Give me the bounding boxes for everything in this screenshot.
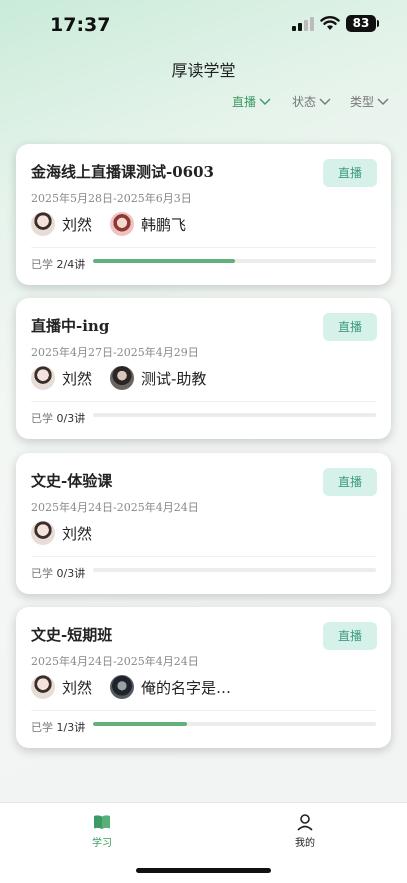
filter-live[interactable]: 直播 (232, 93, 271, 110)
progress-label: 已学 2/4讲 (31, 256, 85, 272)
course-date: 2025年4月27日-2025年4月29日 (31, 346, 199, 359)
teacher: 刘然 (31, 212, 92, 236)
page-title: 厚读学堂 (171, 61, 236, 80)
filter-label: 状态 (292, 95, 317, 109)
course-card[interactable]: 直播中-ing 直播 2025年4月27日-2025年4月29日 刘然 测试-助… (16, 298, 391, 439)
progress-fill (93, 722, 188, 726)
progress-prefix: 已学 (31, 412, 53, 425)
progress-bar (93, 413, 376, 417)
progress-label: 已学 0/3讲 (31, 565, 85, 581)
progress-count: 0/3讲 (56, 412, 86, 425)
tab-mine[interactable]: 我的 (275, 813, 335, 849)
avatar (31, 366, 55, 390)
live-badge: 直播 (323, 622, 377, 650)
wifi-icon (320, 16, 340, 30)
chevron-down-icon (259, 98, 271, 105)
progress-bar (93, 568, 376, 572)
progress-count: 2/4讲 (56, 258, 86, 271)
progress-prefix: 已学 (31, 258, 53, 271)
progress-count: 0/3讲 (56, 567, 86, 580)
divider (31, 401, 376, 402)
teacher: 俺的名字是… (110, 675, 231, 699)
course-title: 金海线上直播课测试-0603 (31, 163, 214, 181)
course-card[interactable]: 金海线上直播课测试-0603 直播 2025年5月28日-2025年6月3日 刘… (16, 144, 391, 285)
course-date: 2025年4月24日-2025年4月24日 (31, 655, 199, 668)
filter-type[interactable]: 类型 (350, 93, 389, 110)
teacher-list: 刘然 韩鹏飞 (31, 212, 204, 236)
status-bar: 17:37 83 (0, 0, 407, 50)
live-badge: 直播 (323, 468, 377, 496)
filter-status[interactable]: 状态 (292, 93, 331, 110)
progress-bar (93, 722, 376, 726)
status-time: 17:37 (50, 14, 111, 36)
course-title: 直播中-ing (31, 317, 110, 335)
avatar (31, 212, 55, 236)
avatar (110, 675, 135, 699)
chevron-down-icon (319, 98, 331, 105)
avatar (110, 366, 135, 390)
battery-icon: 83 (346, 15, 376, 32)
teacher-name: 韩鹏飞 (141, 215, 187, 234)
teacher-list: 刘然 俺的名字是… (31, 675, 249, 699)
teacher-name: 俺的名字是… (141, 678, 232, 697)
teacher-name: 刘然 (62, 678, 93, 697)
teacher: 韩鹏飞 (110, 212, 186, 236)
course-title: 文史-体验课 (31, 472, 113, 490)
filter-bar: 直播 状态 类型 (0, 93, 407, 113)
live-badge: 直播 (323, 313, 377, 341)
avatar (110, 212, 135, 236)
chevron-down-icon (377, 98, 389, 105)
divider (31, 556, 376, 557)
tab-label: 学习 (92, 838, 112, 849)
progress-prefix: 已学 (31, 567, 53, 580)
teacher-name: 刘然 (62, 524, 93, 543)
teacher-list: 刘然 测试-助教 (31, 366, 224, 390)
live-badge: 直播 (323, 159, 377, 187)
progress-label: 已学 0/3讲 (31, 410, 85, 426)
teacher-name: 测试-助教 (141, 369, 207, 388)
teacher-name: 刘然 (62, 369, 93, 388)
progress-bar (93, 259, 376, 263)
battery-tip (377, 20, 379, 27)
progress-label: 已学 1/3讲 (31, 719, 85, 735)
divider (31, 247, 376, 248)
person-icon (297, 814, 313, 831)
teacher: 刘然 (31, 521, 92, 545)
course-title: 文史-短期班 (31, 626, 113, 644)
divider (31, 710, 376, 711)
progress-fill (93, 259, 235, 263)
progress-count: 1/3讲 (56, 721, 86, 734)
teacher-name: 刘然 (62, 215, 93, 234)
teacher-list: 刘然 (31, 521, 110, 545)
teacher: 测试-助教 (110, 366, 206, 390)
teacher: 刘然 (31, 675, 92, 699)
filter-label: 类型 (350, 95, 375, 109)
course-card[interactable]: 文史-短期班 直播 2025年4月24日-2025年4月24日 刘然 俺的名字是… (16, 607, 391, 748)
avatar (31, 521, 55, 545)
course-date: 2025年5月28日-2025年6月3日 (31, 192, 192, 205)
tab-study[interactable]: 学习 (72, 813, 132, 849)
course-card[interactable]: 文史-体验课 直播 2025年4月24日-2025年4月24日 刘然 已学 0/… (16, 453, 391, 594)
tab-label: 我的 (295, 838, 315, 849)
progress-prefix: 已学 (31, 721, 53, 734)
avatar (31, 675, 55, 699)
filter-label: 直播 (232, 95, 257, 109)
course-date: 2025年4月24日-2025年4月24日 (31, 501, 199, 514)
home-indicator (136, 868, 271, 873)
book-icon (94, 815, 110, 829)
signal-icon (292, 17, 314, 31)
teacher: 刘然 (31, 366, 92, 390)
